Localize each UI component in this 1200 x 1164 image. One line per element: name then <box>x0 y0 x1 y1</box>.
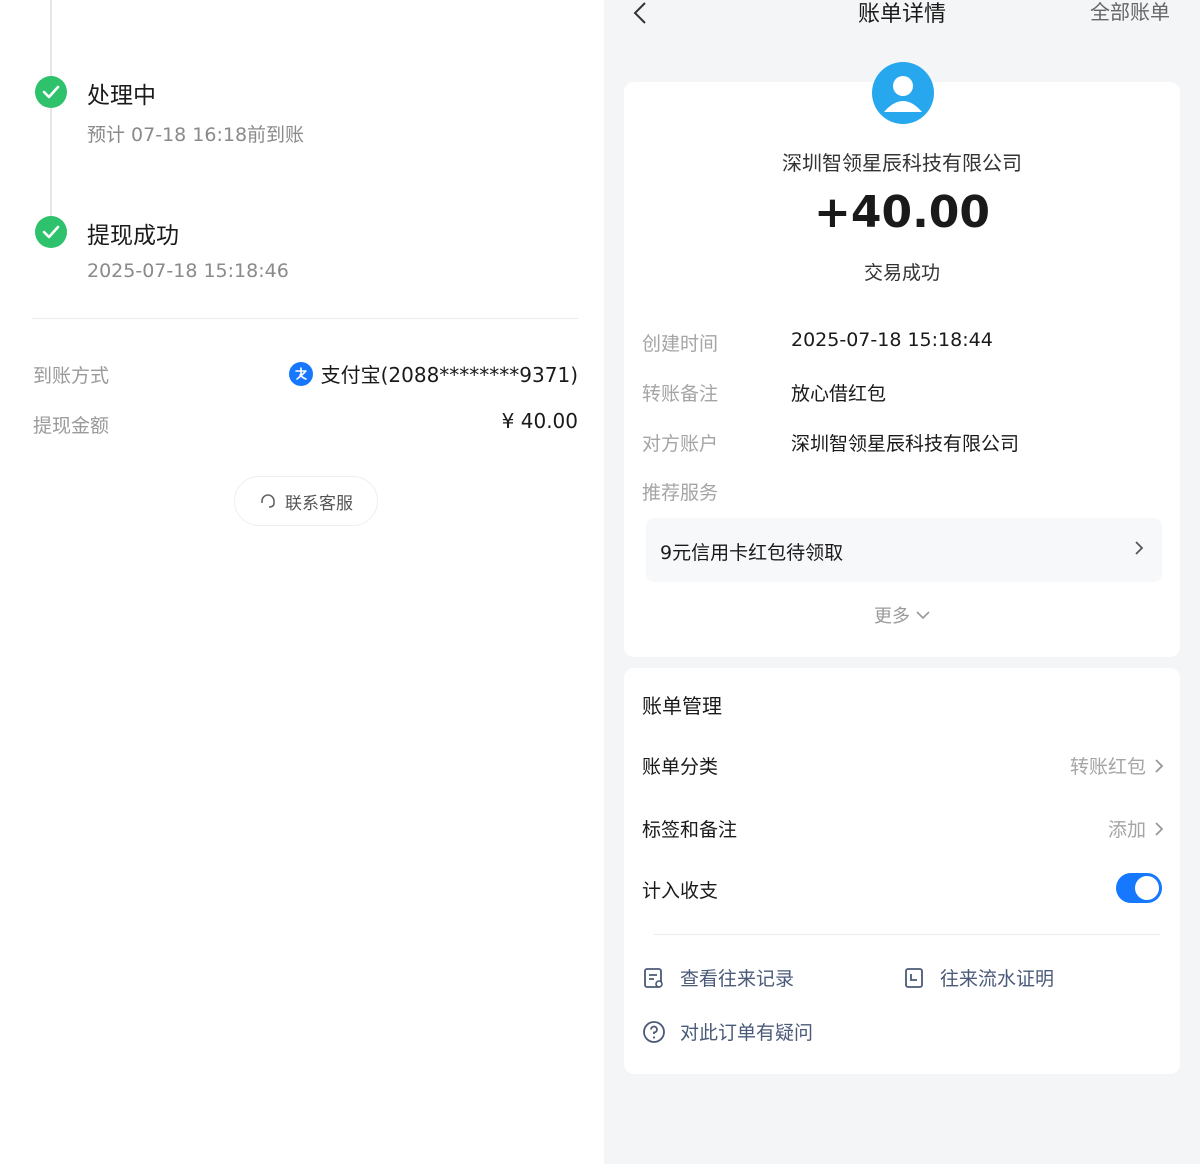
promo-text: 9元信用卡红包待领取 <box>660 542 844 564</box>
section-title: 账单管理 <box>642 694 722 718</box>
payee-name: 深圳智领星辰科技有限公司 <box>782 151 1022 175</box>
bill-category-text: 转账红包 <box>1069 756 1146 778</box>
chevron-right-icon <box>1155 821 1164 836</box>
statement-proof-label: 往来流水证明 <box>940 968 1055 990</box>
order-question-label: 对此订单有疑问 <box>680 1022 814 1044</box>
more-label: 更多 <box>874 606 910 627</box>
bill-detail-panel: 账单详情 全部账单 深圳智领星辰科技有限公司 +40.00 交易成功 创建时间 … <box>604 0 1200 1164</box>
receive-method-label: 到账方式 <box>33 365 110 387</box>
nav-bar: 账单详情 全部账单 <box>604 0 1200 28</box>
tag-note-label: 标签和备注 <box>642 819 738 841</box>
include-income-label: 计入收支 <box>642 880 719 902</box>
include-income-toggle[interactable] <box>1116 873 1162 903</box>
question-icon <box>643 1020 665 1043</box>
contact-service-label: 联系客服 <box>285 493 353 514</box>
order-question-link[interactable]: 对此订单有疑问 <box>642 1018 813 1045</box>
tag-note-text: 添加 <box>1107 819 1146 841</box>
chevron-down-icon <box>916 611 930 620</box>
timeline-line <box>50 108 52 216</box>
headset-icon <box>261 494 275 508</box>
chevron-right-icon <box>1155 758 1164 773</box>
bill-management-card: 账单管理 账单分类 转账红包 标签和备注 添加 计入收支 查看往来记录 往来流水… <box>624 668 1180 1074</box>
transaction-amount: +40.00 <box>813 187 991 238</box>
step-title: 处理中 <box>87 83 156 109</box>
document-icon <box>905 967 923 988</box>
record-icon <box>644 967 663 988</box>
timeline-line <box>50 0 52 76</box>
view-records-label: 查看往来记录 <box>680 968 795 990</box>
contact-service-button[interactable]: 联系客服 <box>234 476 378 526</box>
tag-note-value[interactable]: 添加 <box>1108 815 1164 842</box>
alipay-icon <box>288 361 313 386</box>
detail-label: 创建时间 <box>642 333 719 355</box>
detail-label: 推荐服务 <box>642 482 719 504</box>
withdraw-amount-label: 提现金额 <box>33 415 110 437</box>
check-icon <box>35 216 67 248</box>
transaction-status: 交易成功 <box>863 262 940 284</box>
toggle-knob <box>1135 876 1159 900</box>
bill-category-label: 账单分类 <box>642 756 719 778</box>
withdrawal-detail-panel: 处理中 预计 07-18 16:18前到账 提现成功 2025-07-18 15… <box>0 0 604 1164</box>
withdraw-amount-text: ¥ 40.00 <box>501 409 578 433</box>
step-subtitle: 预计 07-18 16:18前到账 <box>87 124 305 146</box>
step-subtitle: 2025-07-18 15:18:46 <box>87 260 289 282</box>
chevron-right-icon <box>1134 540 1144 560</box>
detail-label: 对方账户 <box>642 433 719 455</box>
detail-label: 转账备注 <box>642 383 719 405</box>
divider <box>654 934 1160 935</box>
avatar <box>872 62 934 124</box>
detail-value: 2025-07-18 15:18:44 <box>791 329 993 351</box>
withdraw-amount-value: ¥ 40.00 <box>502 409 578 433</box>
detail-value: 深圳智领星辰科技有限公司 <box>791 433 1020 455</box>
more-toggle[interactable]: 更多 <box>624 602 1180 628</box>
divider <box>32 318 578 319</box>
statement-proof-link[interactable]: 往来流水证明 <box>902 964 1054 991</box>
check-icon <box>35 76 67 108</box>
receive-method-value: 支付宝(2088********9371) <box>288 359 578 388</box>
step-title: 提现成功 <box>87 223 179 249</box>
all-bills-link[interactable]: 全部账单 <box>1090 0 1170 25</box>
detail-value: 放心借红包 <box>791 383 887 405</box>
receive-method-text: 支付宝(2088********9371) <box>320 363 578 387</box>
bill-category-value[interactable]: 转账红包 <box>1070 752 1164 779</box>
promo-item[interactable]: 9元信用卡红包待领取 <box>646 518 1162 582</box>
bill-summary-card: 深圳智领星辰科技有限公司 +40.00 交易成功 创建时间 2025-07-18… <box>624 62 1180 657</box>
view-records-link[interactable]: 查看往来记录 <box>642 964 794 991</box>
